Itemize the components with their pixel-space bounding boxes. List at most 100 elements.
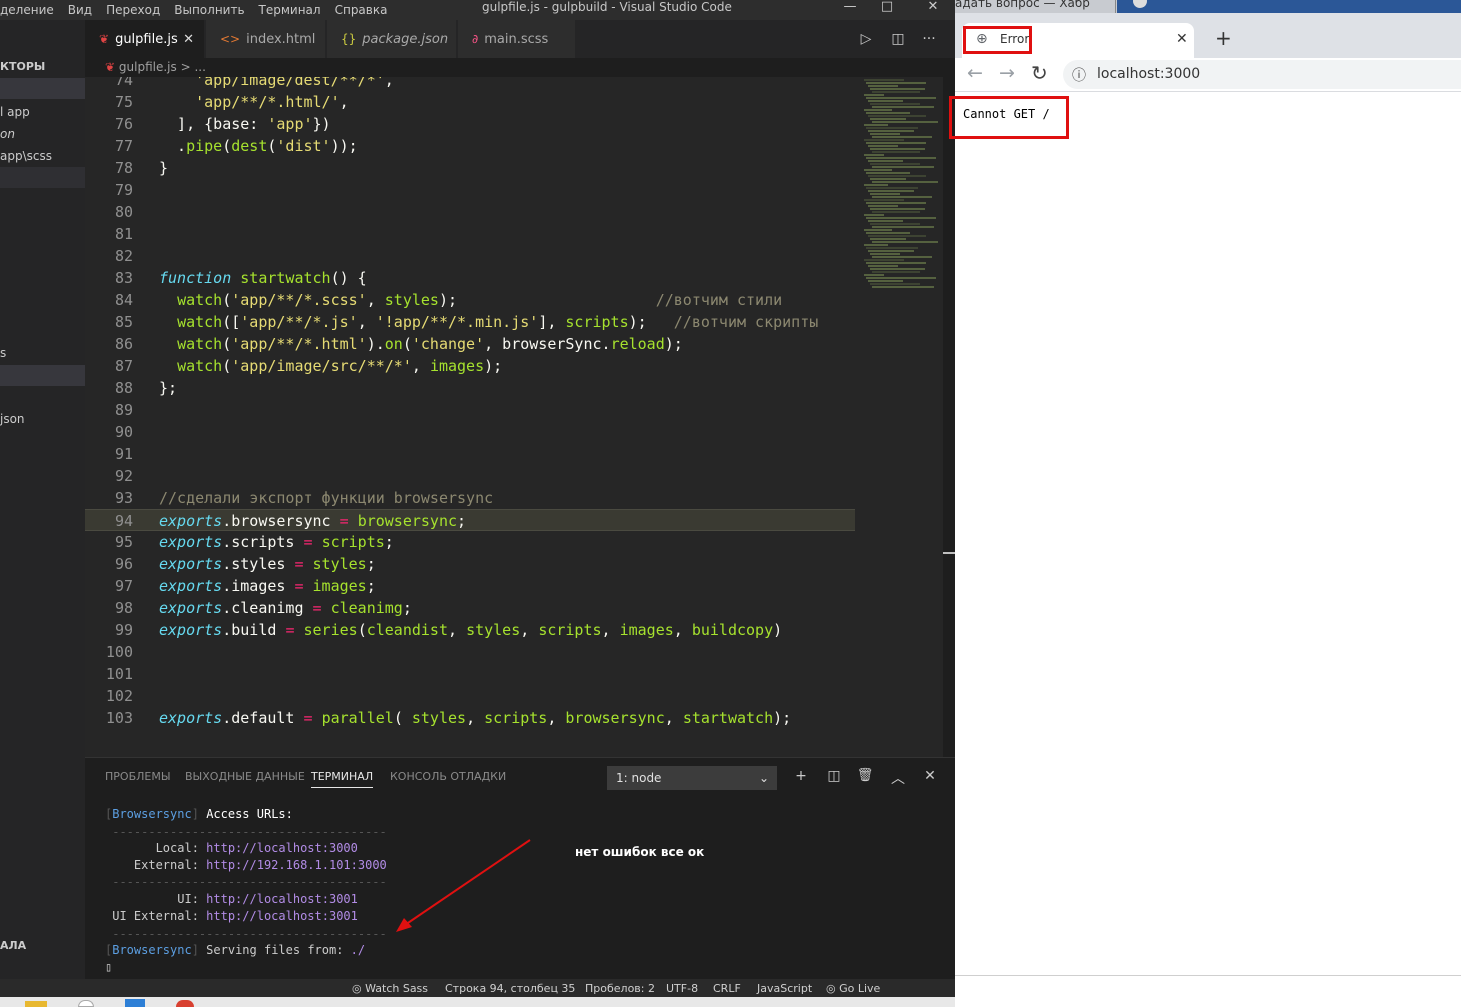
- code-line[interactable]: 100: [85, 641, 855, 663]
- minimap-line: [872, 91, 920, 93]
- watch-sass-button[interactable]: ◎ Watch Sass: [352, 982, 428, 995]
- sidebar-selected-row[interactable]: [0, 365, 85, 386]
- more-actions-icon[interactable]: ···: [914, 20, 944, 58]
- code-line[interactable]: 101: [85, 663, 855, 685]
- sidebar-item-app[interactable]: l app: [0, 105, 30, 119]
- code-line[interactable]: 75 'app/**/*.html/',: [85, 91, 855, 113]
- minimap-line: [864, 169, 892, 171]
- code-line[interactable]: 78}: [85, 157, 855, 179]
- url-text[interactable]: localhost:3000: [1097, 66, 1200, 82]
- code-line[interactable]: 77 .pipe(dest('dist'));: [85, 135, 855, 157]
- sidebar-item-json[interactable]: json: [0, 412, 25, 426]
- tab-problems[interactable]: ПРОБЛЕМЫ: [105, 770, 171, 783]
- code-editor[interactable]: 74 'app/image/dest/**/*', 75 'app/**/*.ht…: [85, 77, 943, 757]
- code-line[interactable]: 84 watch('app/**/*.scss', styles); //вот…: [85, 289, 855, 311]
- code-line[interactable]: 74 'app/image/dest/**/*',: [85, 77, 855, 91]
- sidebar-item-on[interactable]: on: [0, 127, 15, 141]
- sidebar-item-s[interactable]: s: [0, 346, 6, 360]
- split-editor-icon[interactable]: ◫: [883, 20, 913, 58]
- encoding[interactable]: UTF-8: [666, 982, 698, 995]
- run-icon[interactable]: ▷: [851, 20, 881, 58]
- new-tab-icon[interactable]: +: [1215, 26, 1232, 50]
- code-line[interactable]: 81: [85, 223, 855, 245]
- minimap-line: [870, 268, 925, 270]
- breadcrumb-file[interactable]: gulpfile.js: [119, 60, 177, 74]
- minimap[interactable]: [860, 77, 943, 757]
- tab-package-json[interactable]: {} package.json: [327, 20, 457, 58]
- code-line[interactable]: 82: [85, 245, 855, 267]
- minimap-line: [870, 238, 906, 240]
- other-window-tab[interactable]: адать вопрос — Хабр: [955, 0, 1090, 10]
- forward-icon[interactable]: →: [999, 62, 1015, 84]
- reload-icon[interactable]: ↻: [1031, 61, 1048, 85]
- close-window-icon[interactable]: ✕: [918, 0, 948, 20]
- maximize-icon[interactable]: □: [872, 0, 902, 20]
- minimap-line: [864, 139, 904, 141]
- menu-item[interactable]: Вид: [68, 3, 92, 17]
- code-line[interactable]: 76 ], {base: 'app'}): [85, 113, 855, 135]
- sidebar-item-scss[interactable]: app\scss: [0, 149, 52, 163]
- terminal-select[interactable]: 1: node ⌄: [607, 766, 777, 790]
- code-line[interactable]: 89: [85, 399, 855, 421]
- code-line[interactable]: 86 watch('app/**/*.html').on('change', b…: [85, 333, 855, 355]
- code-line[interactable]: 96 exports.styles = styles;: [85, 553, 855, 575]
- code-line[interactable]: 94 exports.browsersync = browsersync;: [85, 509, 855, 531]
- close-panel-icon[interactable]: ✕: [919, 768, 941, 784]
- sidebar-bottom-section[interactable]: АЛА: [0, 939, 26, 952]
- code-line[interactable]: 98 exports.cleanimg = cleanimg;: [85, 597, 855, 619]
- tab-terminal[interactable]: ТЕРМИНАЛ: [311, 770, 374, 788]
- tab-output[interactable]: ВЫХОДНЫЕ ДАННЫЕ: [185, 770, 305, 783]
- code-line[interactable]: 87 watch('app/image/src/**/*', images);: [85, 355, 855, 377]
- code-line[interactable]: 102: [85, 685, 855, 707]
- code-line[interactable]: 95 exports.scripts = scripts;: [85, 531, 855, 553]
- sidebar-folder-row[interactable]: [0, 78, 85, 99]
- go-live-button[interactable]: ◎ Go Live: [826, 982, 880, 995]
- maximize-panel-icon[interactable]: ︿: [887, 768, 909, 788]
- menu-item[interactable]: Справка: [335, 3, 388, 17]
- code-line[interactable]: 103 exports.default = parallel( styles, s…: [85, 707, 855, 729]
- code-line[interactable]: 97 exports.images = images;: [85, 575, 855, 597]
- language-mode[interactable]: JavaScript: [757, 982, 812, 995]
- menu-item[interactable]: Выполнить: [174, 3, 244, 17]
- minimap-line: [868, 115, 926, 117]
- end-of-line[interactable]: CRLF: [713, 982, 741, 995]
- code-line[interactable]: 93 //сделали экспорт функции browsersync: [85, 487, 855, 509]
- code-line[interactable]: 99 exports.build = series(cleandist, styl…: [85, 619, 855, 641]
- code-line[interactable]: 92: [85, 465, 855, 487]
- close-tab-icon[interactable]: ✕: [1176, 31, 1188, 47]
- back-icon[interactable]: ←: [967, 62, 983, 84]
- code-line[interactable]: 83 function startwatch() {: [85, 267, 855, 289]
- close-tab-icon[interactable]: ✕: [183, 32, 194, 47]
- menu-item[interactable]: Терминал: [259, 3, 321, 17]
- menu-item[interactable]: деление: [0, 3, 54, 17]
- tab-gulpfile[interactable]: ❦ gulpfile.js ✕: [85, 20, 205, 58]
- cursor-position[interactable]: Строка 94, столбец 35: [445, 982, 575, 995]
- indentation[interactable]: Пробелов: 2: [585, 982, 655, 995]
- tab-main-scss[interactable]: ∂ main.scss: [458, 20, 576, 58]
- breadcrumb-rest[interactable]: ...: [194, 60, 205, 74]
- code-line[interactable]: 88};: [85, 377, 855, 399]
- split-terminal-icon[interactable]: ◫: [823, 768, 845, 784]
- code-line[interactable]: 85 watch(['app/**/*.js', '!app/**/*.min.…: [85, 311, 855, 333]
- minimize-icon[interactable]: —: [835, 0, 865, 20]
- line-number: 88: [114, 379, 133, 397]
- trash-icon[interactable]: 🗑: [854, 768, 876, 783]
- minimap-line: [864, 214, 884, 216]
- code-line[interactable]: 80: [85, 201, 855, 223]
- info-icon[interactable]: ⓘ: [1072, 65, 1086, 85]
- address-bar[interactable]: ⓘ localhost:3000: [1063, 60, 1461, 89]
- app-icon[interactable]: [78, 1000, 94, 1007]
- folder-icon[interactable]: [25, 1001, 47, 1007]
- minimap-line: [866, 142, 926, 144]
- code-line[interactable]: 90: [85, 421, 855, 443]
- code-line[interactable]: 91: [85, 443, 855, 465]
- tab-index-html[interactable]: <> index.html: [206, 20, 326, 58]
- vscode-taskbar-icon[interactable]: [125, 999, 145, 1007]
- browser-taskbar-icon[interactable]: [176, 1000, 194, 1007]
- code-line[interactable]: 79: [85, 179, 855, 201]
- tab-debug-console[interactable]: КОНСОЛЬ ОТЛАДКИ: [390, 770, 506, 783]
- menu-item[interactable]: Переход: [106, 3, 160, 17]
- explorer-sidebar: КТОРЫ l app on app\scss s json АЛА: [0, 20, 85, 990]
- add-terminal-icon[interactable]: +: [790, 768, 812, 784]
- taskbar-window-strip: [1117, 0, 1461, 13]
